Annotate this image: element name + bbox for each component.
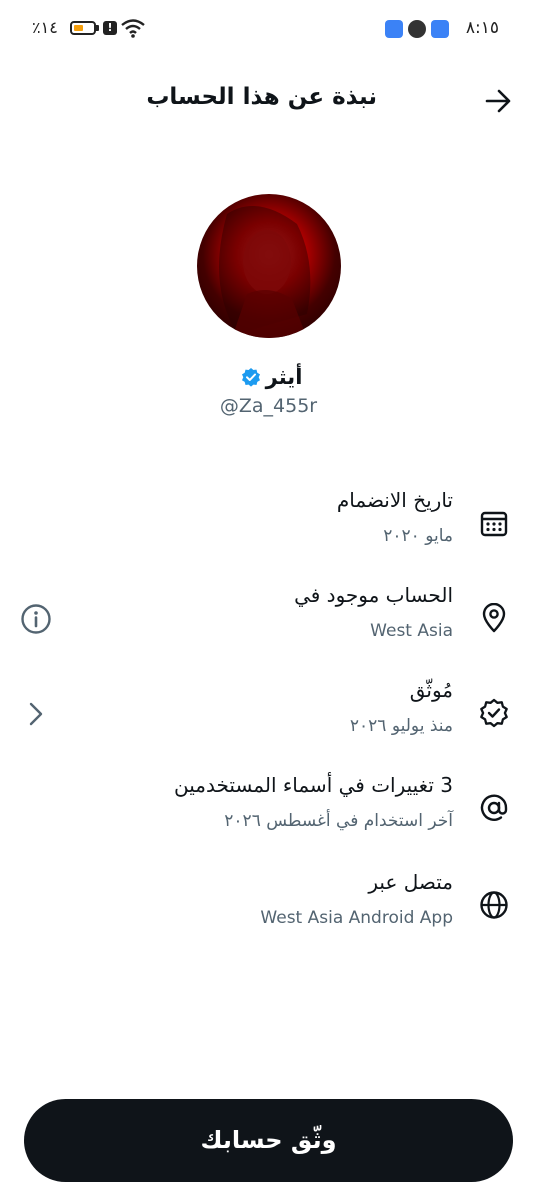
arrow-right-icon: [485, 89, 511, 113]
row-title: الحساب موجود في: [294, 583, 453, 607]
row-subtitle: منذ يوليو ٢٠٢٦: [349, 716, 453, 736]
row-subtitle: West Asia: [370, 621, 453, 641]
header: نبذة عن هذا الحساب: [0, 74, 537, 126]
status-bar: ٪١٤ ! ٨:١٥: [0, 0, 537, 62]
at-sign-icon: [480, 794, 508, 821]
verify-account-button[interactable]: وثّق حسابك: [24, 1099, 513, 1182]
chevron-left-icon: [29, 702, 43, 726]
app-notification-icon: [385, 20, 403, 38]
back-button[interactable]: [483, 86, 513, 116]
row-title: تاريخ الانضمام: [336, 488, 453, 512]
row-subtitle: مايو ٢٠٢٠: [383, 526, 453, 546]
info-icon[interactable]: [20, 603, 52, 635]
verified-badge-icon: [241, 368, 260, 387]
battery-percentage: ٪١٤: [32, 18, 58, 37]
page-title: نبذة عن هذا الحساب: [146, 84, 377, 110]
profile-handle: @Za_455r: [219, 395, 318, 417]
globe-icon: [480, 891, 508, 919]
row-subtitle: آخر استخدام في أغسطس ٢٠٢٦: [224, 811, 453, 831]
row-title: 3 تغييرات في أسماء المستخدمين: [174, 773, 453, 797]
verified-badge-icon: [480, 698, 508, 728]
avatar-image: [219, 206, 311, 338]
row-title: متصل عبر: [368, 870, 453, 894]
alert-icon: !: [103, 21, 117, 35]
row-subtitle: West Asia Android App: [260, 908, 453, 928]
row-verified[interactable]: مُوثّق منذ يوليو ٢٠٢٦: [0, 678, 537, 758]
clock: ٨:١٥: [465, 18, 499, 38]
row-username-changes: 3 تغييرات في أسماء المستخدمين آخر استخدا…: [0, 773, 537, 853]
notification-icons: [385, 20, 449, 38]
row-account-location: الحساب موجود في West Asia: [0, 583, 537, 663]
avatar[interactable]: [197, 194, 341, 338]
row-join-date: تاريخ الانضمام مايو ٢٠٢٠: [0, 488, 537, 568]
app-notification-icon: [431, 20, 449, 38]
alarm-icon: [408, 20, 426, 38]
profile-name: أيثر: [265, 365, 303, 389]
row-connected-via: متصل عبر West Asia Android App: [0, 870, 537, 950]
location-pin-icon: [482, 603, 506, 633]
battery-icon: [70, 21, 96, 35]
calendar-icon: [480, 511, 508, 537]
battery-tip: [96, 25, 99, 31]
wifi-icon: [121, 19, 145, 38]
row-title: مُوثّق: [409, 678, 453, 702]
profile-name-row: أيثر: [0, 365, 537, 389]
